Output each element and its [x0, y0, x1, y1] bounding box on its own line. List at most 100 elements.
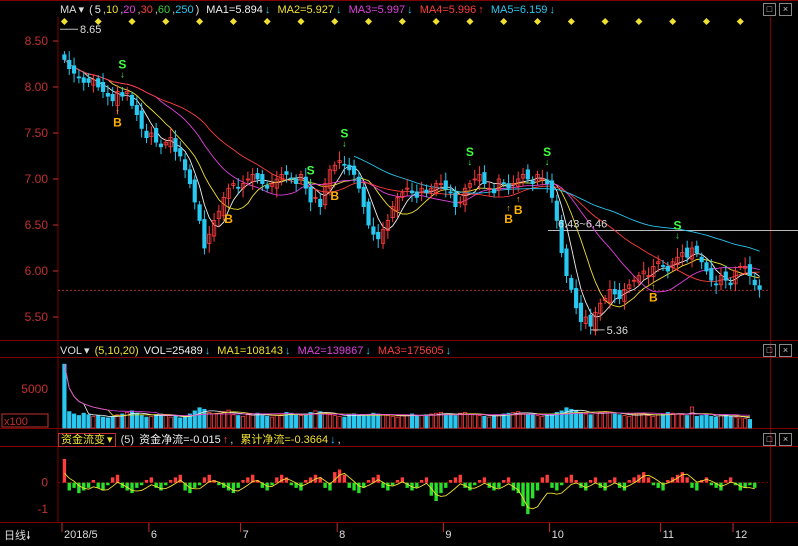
flow-bar: [444, 482, 448, 488]
candle-body: [549, 180, 555, 198]
ma-params-open: (: [89, 4, 93, 16]
volume-bar: [646, 415, 651, 429]
flow-bar: [453, 477, 458, 483]
event-diamond-icon: [567, 17, 575, 26]
ma-param-250: 250: [175, 4, 194, 16]
volume-bar: [390, 415, 395, 429]
volume-bar: [627, 415, 632, 429]
candle-body: [318, 198, 323, 208]
volume-unit: x100: [4, 416, 28, 428]
flow-bar: [502, 480, 506, 483]
volume-bar: [395, 416, 400, 429]
flow-bar: [366, 480, 371, 483]
close-icon[interactable]: ×: [779, 2, 792, 16]
vol-ma3: MA3=175605 ↓: [377, 345, 452, 357]
candle-body: [376, 231, 381, 240]
flow-bar: [197, 482, 202, 486]
flow-bar: [497, 482, 501, 488]
volume-bar: [323, 412, 328, 429]
candle-body: [660, 265, 666, 267]
candle-body: [236, 186, 241, 189]
volume-bar: [535, 415, 540, 429]
vol-indicator-button[interactable]: VOL ▾: [60, 345, 90, 357]
close-icon[interactable]: ×: [779, 343, 792, 357]
volume-bar: [472, 414, 477, 429]
flow-bar: [395, 480, 400, 483]
candle-body: [294, 178, 299, 184]
volume-bar: [491, 415, 497, 429]
flow-bar: [555, 482, 559, 491]
candle-body: [361, 186, 366, 207]
ma2-label: MA2=5.927 ↓: [277, 4, 342, 16]
flow-bar: [434, 482, 438, 501]
ma-indicator-button[interactable]: MA ▾: [60, 4, 84, 16]
candle-body: [303, 176, 308, 189]
candle-body: [578, 302, 584, 323]
flow-bar: [627, 480, 631, 483]
volume-bar: [380, 414, 386, 429]
flow-bar: [135, 482, 139, 488]
ma3-label: MA3=5.997 ↓: [348, 4, 413, 16]
ma1-arrow: ↓: [264, 4, 271, 16]
volume-bar: [303, 413, 308, 429]
flow-cum: 累计净流=-0.3664 ↓,: [240, 434, 341, 446]
maximize-icon[interactable]: □: [763, 2, 776, 16]
volume-bar: [91, 415, 96, 429]
volume-bar: [525, 413, 530, 429]
flow-bar: [202, 477, 207, 483]
volume-bar: [105, 417, 110, 429]
volume-bar: [149, 415, 154, 429]
ma-param-20: 20: [123, 4, 136, 16]
maximize-icon[interactable]: □: [763, 432, 776, 446]
volume-bar: [400, 415, 405, 429]
volume-bar: [743, 418, 748, 429]
flow-bar: [685, 477, 689, 483]
flow-bar: [62, 459, 67, 483]
flow-net-arrow: ↑: [222, 434, 229, 446]
flow-bar: [473, 482, 477, 486]
volume-bar: [482, 415, 487, 429]
flow-bar: [482, 477, 487, 483]
candle-body: [714, 283, 719, 286]
vol-ma1-arrow: ↓: [285, 345, 291, 357]
candle-body: [757, 285, 762, 290]
ma4-label: MA4=5.996 ↑: [419, 4, 484, 16]
volume-bar: [603, 411, 608, 429]
event-diamond-icon: [162, 17, 170, 26]
candle-body: [564, 248, 569, 276]
flow-bar: [492, 482, 496, 491]
close-icon[interactable]: ×: [779, 432, 792, 446]
candle-body: [409, 190, 415, 194]
volume-bar: [728, 415, 733, 429]
candle-body: [183, 159, 188, 171]
candle-body: [530, 180, 535, 184]
volume-bar: [265, 415, 270, 429]
volume-bar: [714, 416, 719, 429]
volume-bar: [545, 414, 550, 429]
ma3-arrow: ↓: [407, 4, 413, 16]
ma2-arrow: ↓: [336, 4, 342, 16]
volume-bar: [429, 413, 434, 429]
volume-bar: [598, 412, 603, 429]
flow-bar: [270, 482, 274, 486]
flow-bar: [82, 482, 86, 491]
flow-bar: [550, 482, 554, 488]
sell-arrow-icon: ↓: [120, 70, 125, 80]
low-annotation: 5.36: [607, 325, 628, 337]
flow-legend: 资金流变 ▾ (5) 资金净流=-0.015 ↑, 累计净流=-0.3664 ↓,: [58, 432, 345, 448]
maximize-icon[interactable]: □: [763, 343, 776, 357]
candle-body: [347, 164, 352, 171]
volume-bar: [144, 416, 149, 429]
flow-indicator-button[interactable]: 资金流变 ▾: [58, 433, 116, 447]
volume-bar: [192, 410, 197, 429]
volume-bar: [530, 414, 535, 429]
flow-bar: [304, 480, 308, 483]
flow-bar: [168, 480, 173, 483]
flow-bar: [275, 477, 279, 483]
volume-bar: [110, 415, 115, 429]
candle-body: [747, 264, 753, 276]
candle-body: [192, 179, 197, 203]
vol-ma2: MA2=139867 ↓: [297, 345, 371, 357]
volume-bar: [337, 415, 342, 429]
period-button[interactable]: 日线🠗: [4, 527, 31, 546]
